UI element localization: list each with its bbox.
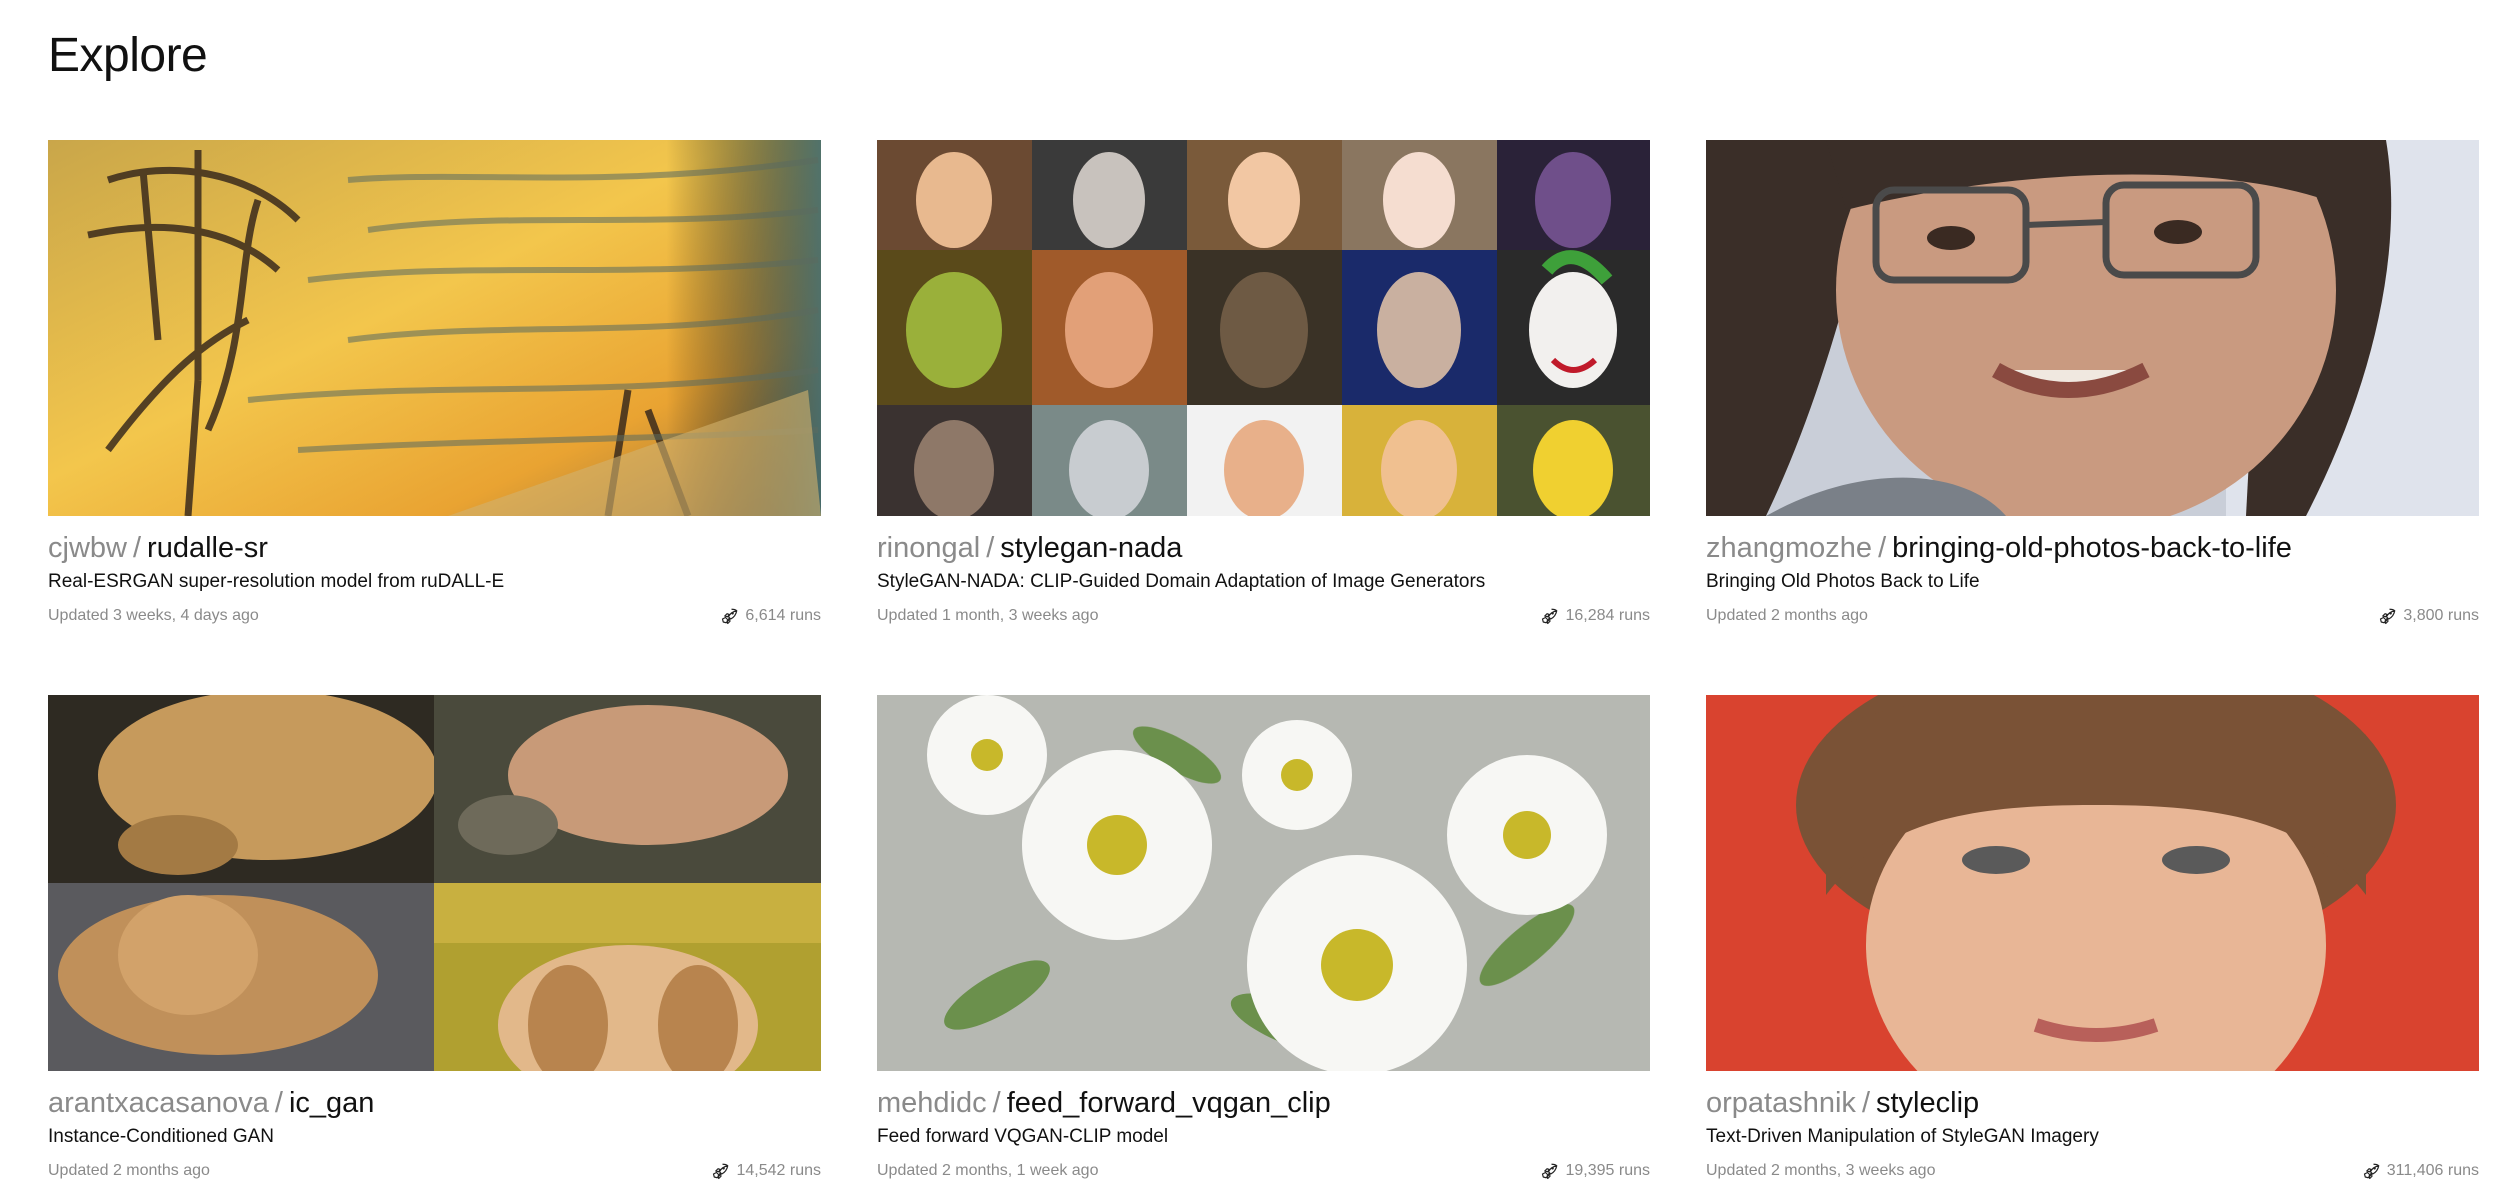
model-title[interactable]: arantxacasanova / ic_gan bbox=[48, 1085, 821, 1121]
abstract-sunset-image bbox=[48, 140, 821, 516]
model-name[interactable]: styleclip bbox=[1876, 1087, 1979, 1119]
model-name[interactable]: bringing-old-photos-back-to-life bbox=[1892, 532, 2292, 564]
model-description: StyleGAN-NADA: CLIP-Guided Domain Adapta… bbox=[877, 571, 1486, 592]
updated-time: Updated 3 weeks, 4 days ago bbox=[48, 607, 259, 624]
model-thumbnail[interactable] bbox=[48, 140, 821, 516]
model-thumbnail[interactable] bbox=[877, 140, 1650, 516]
updated-time: Updated 2 months, 1 week ago bbox=[877, 1162, 1099, 1179]
model-owner[interactable]: cjwbw bbox=[48, 532, 127, 564]
model-title[interactable]: orpatashnik / styleclip bbox=[1706, 1085, 2479, 1121]
model-name[interactable]: feed_forward_vqgan_clip bbox=[1007, 1087, 1331, 1119]
runs-count: 311,406 runs bbox=[2363, 1160, 2479, 1182]
model-thumbnail[interactable] bbox=[877, 695, 1650, 1071]
runs-count: 19,395 runs bbox=[1541, 1160, 1650, 1182]
updated-time: Updated 2 months ago bbox=[48, 1162, 210, 1179]
updated-time: Updated 2 months, 3 weeks ago bbox=[1706, 1162, 1936, 1179]
model-card[interactable]: orpatashnik / styleclip Text-Driven Manipu… bbox=[1706, 695, 2479, 1182]
daisy-flowers-image bbox=[877, 695, 1650, 1071]
model-grid: cjwbw / rudalle-sr Real-ESRGAN super-resol… bbox=[48, 140, 2480, 1182]
model-description: Bringing Old Photos Back to Life bbox=[1706, 571, 1980, 592]
model-title[interactable]: rinongal / stylegan-nada bbox=[877, 530, 1650, 566]
model-card[interactable]: rinongal / stylegan-nada StyleGAN-NADA: CL… bbox=[877, 140, 1650, 627]
slash-separator: / bbox=[1861, 1087, 1870, 1119]
model-title[interactable]: cjwbw / rudalle-sr bbox=[48, 530, 821, 566]
model-title[interactable]: zhangmozhe / bringing-old-photos-back-to-l… bbox=[1706, 530, 2479, 566]
model-description: Instance-Conditioned GAN bbox=[48, 1126, 275, 1147]
runs-label: 14,542 runs bbox=[736, 1162, 821, 1179]
slash-separator: / bbox=[1878, 532, 1887, 564]
model-meta: Updated 2 months, 1 week ago 19,395 runs bbox=[877, 1160, 1650, 1182]
model-owner[interactable]: orpatashnik bbox=[1706, 1087, 1856, 1119]
model-card[interactable]: arantxacasanova / ic_gan Instance-Conditio… bbox=[48, 695, 821, 1182]
model-name[interactable]: ic_gan bbox=[289, 1087, 374, 1119]
model-description: Text-Driven Manipulation of StyleGAN Ima… bbox=[1706, 1126, 2099, 1147]
dog-grid-image bbox=[48, 695, 821, 1071]
runs-label: 311,406 runs bbox=[2386, 1162, 2479, 1179]
page-title: Explore bbox=[48, 29, 208, 82]
model-owner[interactable]: zhangmozhe bbox=[1706, 532, 1872, 564]
runs-count: 6,614 runs bbox=[721, 605, 821, 627]
model-owner[interactable]: mehdidc bbox=[877, 1087, 987, 1119]
stylized-faces-grid-image bbox=[877, 140, 1650, 516]
slash-separator: / bbox=[986, 532, 995, 564]
rocket-icon bbox=[1542, 1163, 1558, 1180]
model-description: Feed forward VQGAN-CLIP model bbox=[877, 1126, 1169, 1147]
woman-portrait-image bbox=[1706, 695, 2479, 1071]
model-meta: Updated 2 months ago 3,800 runs bbox=[1706, 605, 2479, 627]
model-meta: Updated 2 months ago 14,542 runs bbox=[48, 1160, 821, 1182]
rocket-icon bbox=[2363, 1163, 2380, 1180]
explore-page: Explore cjwbw / rudalle-sr Real-ESRGAN s… bbox=[0, 0, 2500, 1183]
model-owner[interactable]: arantxacasanova bbox=[48, 1087, 269, 1119]
runs-count: 3,800 runs bbox=[2379, 605, 2479, 627]
model-meta: Updated 3 weeks, 4 days ago 6,614 runs bbox=[48, 605, 821, 627]
slash-separator: / bbox=[274, 1087, 283, 1119]
runs-label: 19,395 runs bbox=[1565, 1162, 1650, 1179]
model-card[interactable]: zhangmozhe / bringing-old-photos-back-to-l… bbox=[1706, 140, 2479, 627]
rocket-icon bbox=[722, 608, 738, 625]
model-description: Real-ESRGAN super-resolution model from … bbox=[48, 571, 505, 592]
model-title[interactable]: mehdidc / feed_forward_vqgan_clip bbox=[877, 1085, 1650, 1121]
slash-separator: / bbox=[992, 1087, 1001, 1119]
rocket-icon bbox=[1542, 608, 1558, 625]
restored-portrait-image bbox=[1706, 140, 2479, 516]
model-thumbnail[interactable] bbox=[48, 695, 821, 1071]
model-meta: Updated 1 month, 3 weeks ago 16,284 runs bbox=[877, 605, 1650, 627]
rocket-icon bbox=[2380, 608, 2396, 625]
model-name[interactable]: rudalle-sr bbox=[147, 532, 268, 564]
rocket-icon bbox=[713, 1163, 729, 1180]
model-thumbnail[interactable] bbox=[1706, 140, 2479, 516]
runs-count: 14,542 runs bbox=[712, 1160, 821, 1182]
model-thumbnail[interactable] bbox=[1706, 695, 2479, 1071]
runs-count: 16,284 runs bbox=[1541, 605, 1650, 627]
runs-label: 16,284 runs bbox=[1565, 607, 1650, 624]
model-name[interactable]: stylegan-nada bbox=[1000, 532, 1182, 564]
model-card[interactable]: mehdidc / feed_forward_vqgan_clip Feed for… bbox=[877, 695, 1650, 1182]
model-owner[interactable]: rinongal bbox=[877, 532, 980, 564]
slash-separator: / bbox=[132, 532, 142, 564]
model-card[interactable]: cjwbw / rudalle-sr Real-ESRGAN super-resol… bbox=[48, 140, 821, 627]
updated-time: Updated 2 months ago bbox=[1706, 607, 1868, 624]
runs-label: 6,614 runs bbox=[745, 607, 821, 624]
model-meta: Updated 2 months, 3 weeks ago 311,406 ru… bbox=[1706, 1160, 2479, 1182]
updated-time: Updated 1 month, 3 weeks ago bbox=[877, 607, 1099, 624]
runs-label: 3,800 runs bbox=[2403, 607, 2479, 624]
